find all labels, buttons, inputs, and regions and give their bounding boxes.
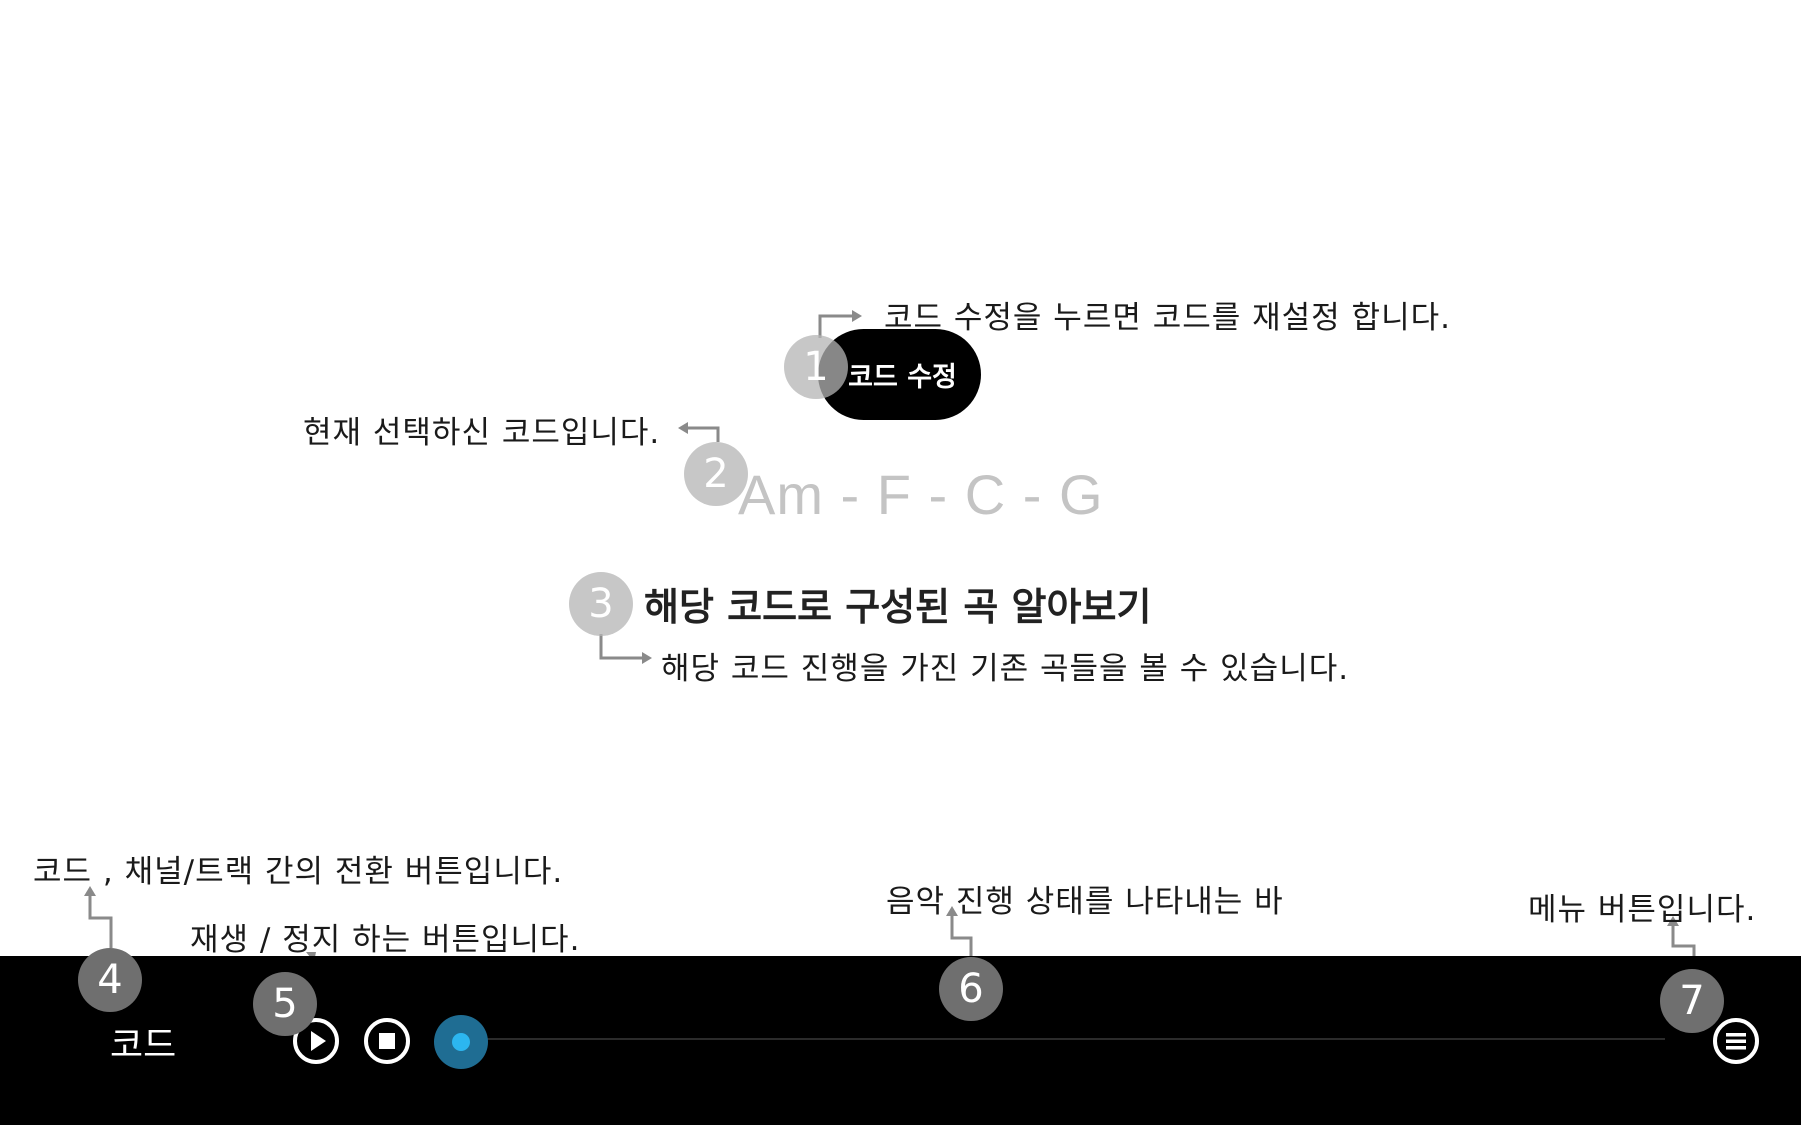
progress-bar-knob[interactable] bbox=[434, 1015, 488, 1069]
annotation-6-text: 음악 진행 상태를 나타내는 바 bbox=[886, 884, 1284, 920]
progress-knob-dot bbox=[452, 1033, 470, 1051]
annotation-marker-4: 4 bbox=[78, 948, 142, 1012]
annotation-marker-2: 2 bbox=[684, 442, 748, 506]
menu-icon bbox=[1726, 1033, 1746, 1050]
songs-with-chord-link[interactable]: 해당 코드로 구성된 곡 알아보기 bbox=[644, 576, 1151, 631]
annotation-7-text: 메뉴 버튼입니다. bbox=[1528, 892, 1757, 928]
annotation-marker-7: 7 bbox=[1660, 969, 1724, 1033]
annotation-marker-3: 3 bbox=[569, 572, 633, 636]
annotation-marker-6: 6 bbox=[939, 957, 1003, 1021]
chord-progression: Am - F - C - G bbox=[738, 463, 1104, 526]
annotation-2-text: 현재 선택하신 코드입니다. bbox=[303, 415, 661, 451]
annotation-4-text: 코드 , 채널/트랙 간의 전환 버튼입니다. bbox=[33, 854, 564, 890]
annotation-3-text: 해당 코드 진행을 가진 기존 곡들을 볼 수 있습니다. bbox=[661, 651, 1350, 687]
annotation-marker-1: 1 bbox=[784, 335, 848, 399]
stop-button[interactable] bbox=[364, 1018, 410, 1064]
annotation-1-text: 코드 수정을 누르면 코드를 재설정 합니다. bbox=[884, 300, 1451, 336]
annotation-marker-5: 5 bbox=[253, 972, 317, 1036]
menu-button[interactable] bbox=[1713, 1018, 1759, 1064]
chord-mode-toggle-button[interactable]: 코드 bbox=[110, 1016, 176, 1068]
edit-chord-label: 코드 수정 bbox=[848, 362, 957, 393]
stop-icon bbox=[379, 1033, 395, 1049]
annotation-5-text: 재생 / 정지 하는 버튼입니다. bbox=[190, 922, 581, 958]
progress-bar-track[interactable] bbox=[470, 1038, 1665, 1040]
